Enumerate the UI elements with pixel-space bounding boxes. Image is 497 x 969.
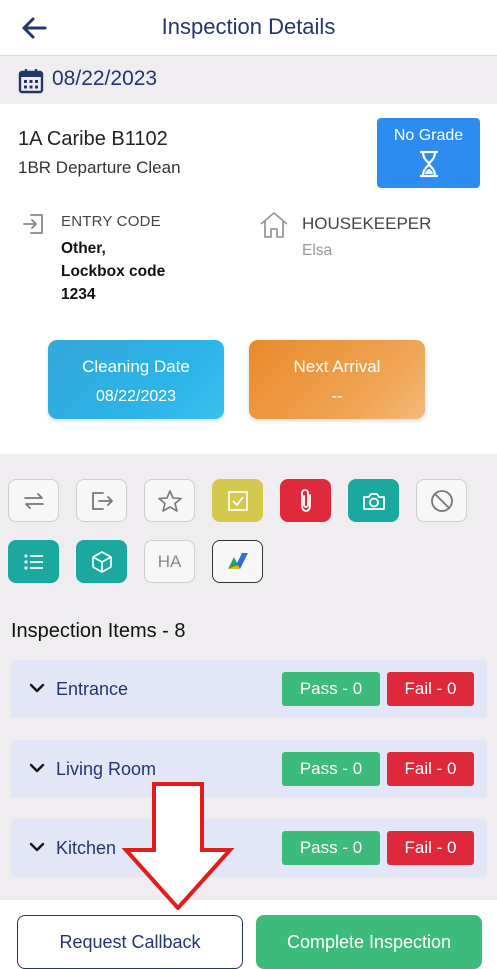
block-icon	[430, 489, 453, 512]
inspection-row-name: Kitchen	[56, 838, 117, 858]
brand-logo-icon	[227, 552, 248, 569]
next-arrival-card: Next Arrival --	[249, 340, 425, 419]
cleaning-date-card: Cleaning Date 08/22/2023	[48, 340, 224, 419]
inspection-row-name: Living Room	[56, 759, 157, 779]
app-header: Inspection Details	[0, 0, 497, 56]
request-callback-button[interactable]: Request Callback	[17, 915, 243, 969]
grade-label: No Grade	[393, 127, 464, 144]
cleaning-date-label: Cleaning Date	[82, 357, 190, 376]
cleaning-date-value: 08/22/2023	[95, 388, 177, 405]
inspection-row-name: Entrance	[56, 679, 129, 699]
star-icon	[157, 489, 182, 512]
pass-count-button[interactable]: Pass - 0	[282, 752, 380, 786]
list-button[interactable]	[8, 540, 59, 583]
grade-button[interactable]: No Grade	[377, 118, 480, 188]
favorite-button[interactable]	[144, 479, 195, 522]
ha-button[interactable]: HA	[144, 540, 195, 583]
calendar-icon	[18, 69, 44, 94]
camera-icon	[362, 492, 385, 510]
fail-count-button[interactable]: Fail - 0	[387, 672, 474, 706]
complete-inspection-button[interactable]: Complete Inspection	[256, 915, 482, 969]
inspection-row-kitchen[interactable]: Kitchen Pass - 0 Fail - 0	[11, 819, 487, 877]
pass-count-button[interactable]: Pass - 0	[282, 831, 380, 865]
entry-code-label: ENTRY CODE	[61, 213, 161, 230]
hourglass-icon	[419, 150, 438, 178]
next-arrival-value: --	[331, 388, 343, 405]
login-icon	[23, 214, 43, 234]
fail-count-button[interactable]: Fail - 0	[387, 752, 474, 786]
unit-service: 1BR Departure Clean	[18, 158, 181, 177]
inspection-row-entrance[interactable]: Entrance Pass - 0 Fail - 0	[11, 660, 487, 718]
unit-name: 1A Caribe B1102	[18, 128, 168, 150]
chevron-down-icon	[29, 683, 45, 693]
package-button[interactable]	[76, 540, 127, 583]
swap-button[interactable]	[8, 479, 59, 522]
inspection-items-title: Inspection Items - 8	[11, 620, 186, 642]
checkbox-icon	[227, 490, 248, 511]
camera-button[interactable]	[348, 479, 399, 522]
next-arrival-label: Next Arrival	[293, 357, 381, 376]
entry-code-value: Other, Lockbox code 1234	[61, 240, 166, 303]
checklist-button[interactable]	[212, 479, 263, 522]
chevron-down-icon	[29, 842, 45, 852]
fail-count-button[interactable]: Fail - 0	[387, 831, 474, 865]
cube-icon	[91, 550, 112, 573]
attachment-button[interactable]	[280, 479, 331, 522]
exit-button[interactable]	[76, 479, 127, 522]
list-icon	[23, 553, 43, 570]
housekeeper-name: Elsa	[302, 242, 333, 259]
inspection-date: 08/22/2023	[52, 67, 158, 90]
exit-icon	[91, 491, 113, 510]
ha-label: HA	[157, 551, 182, 571]
housekeeper-label: HOUSEKEEPER	[302, 214, 432, 233]
house-icon	[260, 212, 288, 238]
chevron-down-icon	[29, 763, 45, 773]
swap-icon	[23, 492, 44, 509]
pass-count-button[interactable]: Pass - 0	[282, 672, 380, 706]
page-title: Inspection Details	[161, 14, 336, 39]
inspection-row-living-room[interactable]: Living Room Pass - 0 Fail - 0	[11, 740, 487, 798]
brand-app-button[interactable]	[212, 540, 263, 583]
block-button[interactable]	[416, 479, 467, 522]
paperclip-icon	[300, 488, 311, 512]
